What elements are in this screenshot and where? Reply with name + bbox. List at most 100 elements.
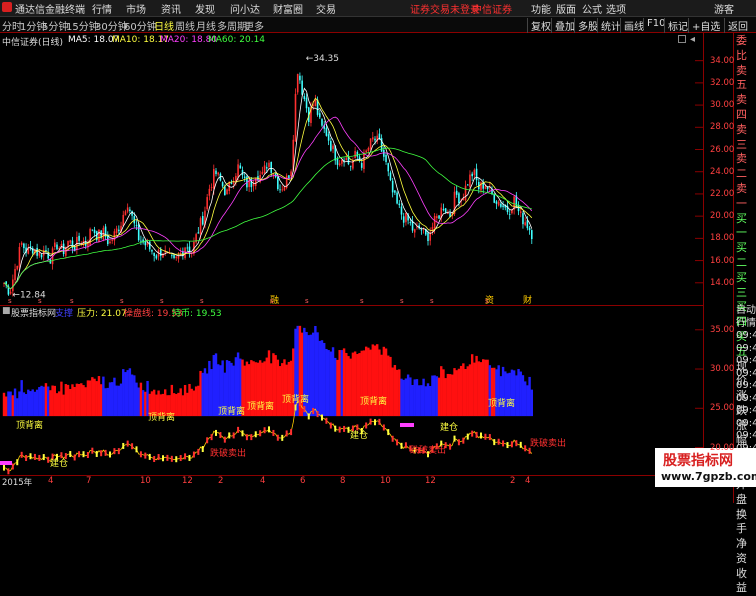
period-daily[interactable]: 日线 (154, 18, 174, 33)
indicator-bar (530, 389, 533, 417)
split-marker: s (38, 297, 42, 305)
indicator-bar (44, 383, 48, 417)
indicator-candle (126, 440, 129, 447)
candle-body (301, 80, 303, 95)
indicator-bar (146, 380, 149, 417)
indicator-candle (16, 459, 19, 466)
back-button[interactable]: 返回 (724, 18, 748, 33)
indicator-bar (183, 384, 187, 417)
period-5min[interactable]: 5分钟 (42, 18, 68, 33)
indicator-menu-icon[interactable]: ■ (2, 306, 11, 316)
indicator-bar (327, 350, 330, 417)
tick-time: 09:47 (736, 330, 756, 341)
menu-quotes[interactable]: 行情 (92, 1, 112, 16)
candle-body (230, 182, 233, 184)
mark-button[interactable]: 标记 (664, 18, 688, 33)
indicator-bar (285, 364, 288, 417)
candle-body (98, 229, 100, 242)
title-bar: 通达信金融终端 行情 市场 资讯 发现 问小达 财富圈 交易 证券交易未登录 中… (0, 0, 756, 17)
candle-body (212, 168, 215, 190)
guest-user[interactable]: 游客 (714, 1, 734, 16)
indicator-signal-label: 顶背离 (488, 397, 515, 409)
split-marker: s (430, 297, 434, 305)
candle-body (365, 150, 367, 153)
indicator-bar (276, 359, 280, 417)
indicator-bar (104, 388, 107, 417)
overlay-button[interactable]: 叠加 (551, 18, 575, 33)
indicator-bar (117, 385, 121, 417)
indicator-candle (82, 451, 85, 458)
indicator-bar (345, 352, 348, 417)
indicator-candle (457, 439, 460, 446)
indicator-bar (75, 383, 79, 417)
add-favorite-button[interactable]: +自选 (688, 18, 720, 33)
menu-ask[interactable]: 问小达 (230, 1, 260, 16)
f10-button[interactable]: F10 (643, 18, 665, 29)
indicator-candle (356, 424, 359, 431)
indicator-bar (71, 384, 74, 417)
candle-body (115, 228, 118, 234)
menu-layout[interactable]: 版面 (556, 1, 576, 16)
menu-function[interactable]: 功能 (531, 1, 551, 16)
indicator-bar (351, 352, 355, 417)
indicator-bar (506, 373, 509, 417)
menu-options[interactable]: 选项 (606, 1, 626, 16)
tick-time: 09:47 (736, 430, 756, 441)
period-60min[interactable]: 60分钟 (124, 18, 157, 33)
menu-trade[interactable]: 交易 (316, 1, 336, 16)
menu-market[interactable]: 市场 (126, 1, 146, 16)
indicator-chart[interactable]: 顶背离顶背离顶背离 顶背离顶背离 顶背离 顶背离建仓建仓建仓跌破卖出 跌破卖出跌破卖出 (0, 318, 703, 475)
indicator-candle (290, 429, 293, 436)
period-weekly[interactable]: 周线 (175, 18, 195, 33)
period-multi[interactable]: 多周期 (217, 18, 247, 33)
period-more[interactable]: 更多 (244, 18, 264, 33)
indicator-signal-label: 建仓 (50, 457, 68, 469)
login-warning[interactable]: 证券交易未登录 (410, 1, 480, 16)
indicator-bar (5, 396, 8, 417)
period-tick[interactable]: 分时 (2, 18, 22, 33)
candle-body (524, 222, 526, 226)
candle-body (148, 241, 151, 250)
indicator-candle (20, 451, 23, 458)
candle-body (522, 213, 524, 225)
period-15min[interactable]: 15分钟 (66, 18, 99, 33)
price-chart[interactable]: ←34.35←12.84融资财s s s s s s s s s s s s (0, 44, 703, 305)
candle-body (29, 246, 32, 248)
statistics-button[interactable]: 统计 (597, 18, 621, 33)
draw-line-button[interactable]: 画线 (620, 18, 644, 33)
indicator-bar (16, 398, 19, 417)
menu-wealth[interactable]: 财富圈 (273, 1, 303, 16)
indicator-candle (396, 439, 399, 446)
multi-stock-button[interactable]: 多股 (574, 18, 598, 33)
period-monthly[interactable]: 月线 (196, 18, 216, 33)
period-30min[interactable]: 30分钟 (95, 18, 128, 33)
candle-body (391, 180, 394, 193)
indicator-bar (426, 383, 430, 417)
indicator-candle (184, 453, 187, 460)
y-tick-label: 30.00 (710, 100, 735, 111)
candle-body (91, 229, 94, 231)
x-tick-label: 6 (300, 476, 306, 486)
maximize-icon[interactable] (678, 35, 686, 43)
y-tick-label: 20.00 (710, 211, 735, 222)
indicator-candle (259, 430, 262, 437)
menu-news[interactable]: 资讯 (161, 1, 181, 16)
indicator-candle (162, 455, 164, 462)
candle-body (131, 210, 133, 216)
indicator-candle (365, 422, 368, 429)
indicator-candle (42, 454, 45, 461)
restore-rights-button[interactable]: 复权 (527, 18, 551, 33)
indicator-candle (471, 430, 474, 437)
candle-body (270, 162, 273, 173)
indicator-bar (281, 363, 284, 417)
indicator-bar (292, 348, 295, 417)
indicator-candle (228, 432, 231, 439)
indicator-bar (18, 391, 21, 417)
sub-y-tick-label: 25.00 (710, 403, 735, 414)
indicator-bar (69, 389, 72, 417)
candle-body (12, 279, 14, 292)
menu-formula[interactable]: 公式 (582, 1, 602, 16)
menu-discover[interactable]: 发现 (195, 1, 215, 16)
indicator-bar (186, 392, 189, 417)
indicator-bar (27, 389, 30, 417)
